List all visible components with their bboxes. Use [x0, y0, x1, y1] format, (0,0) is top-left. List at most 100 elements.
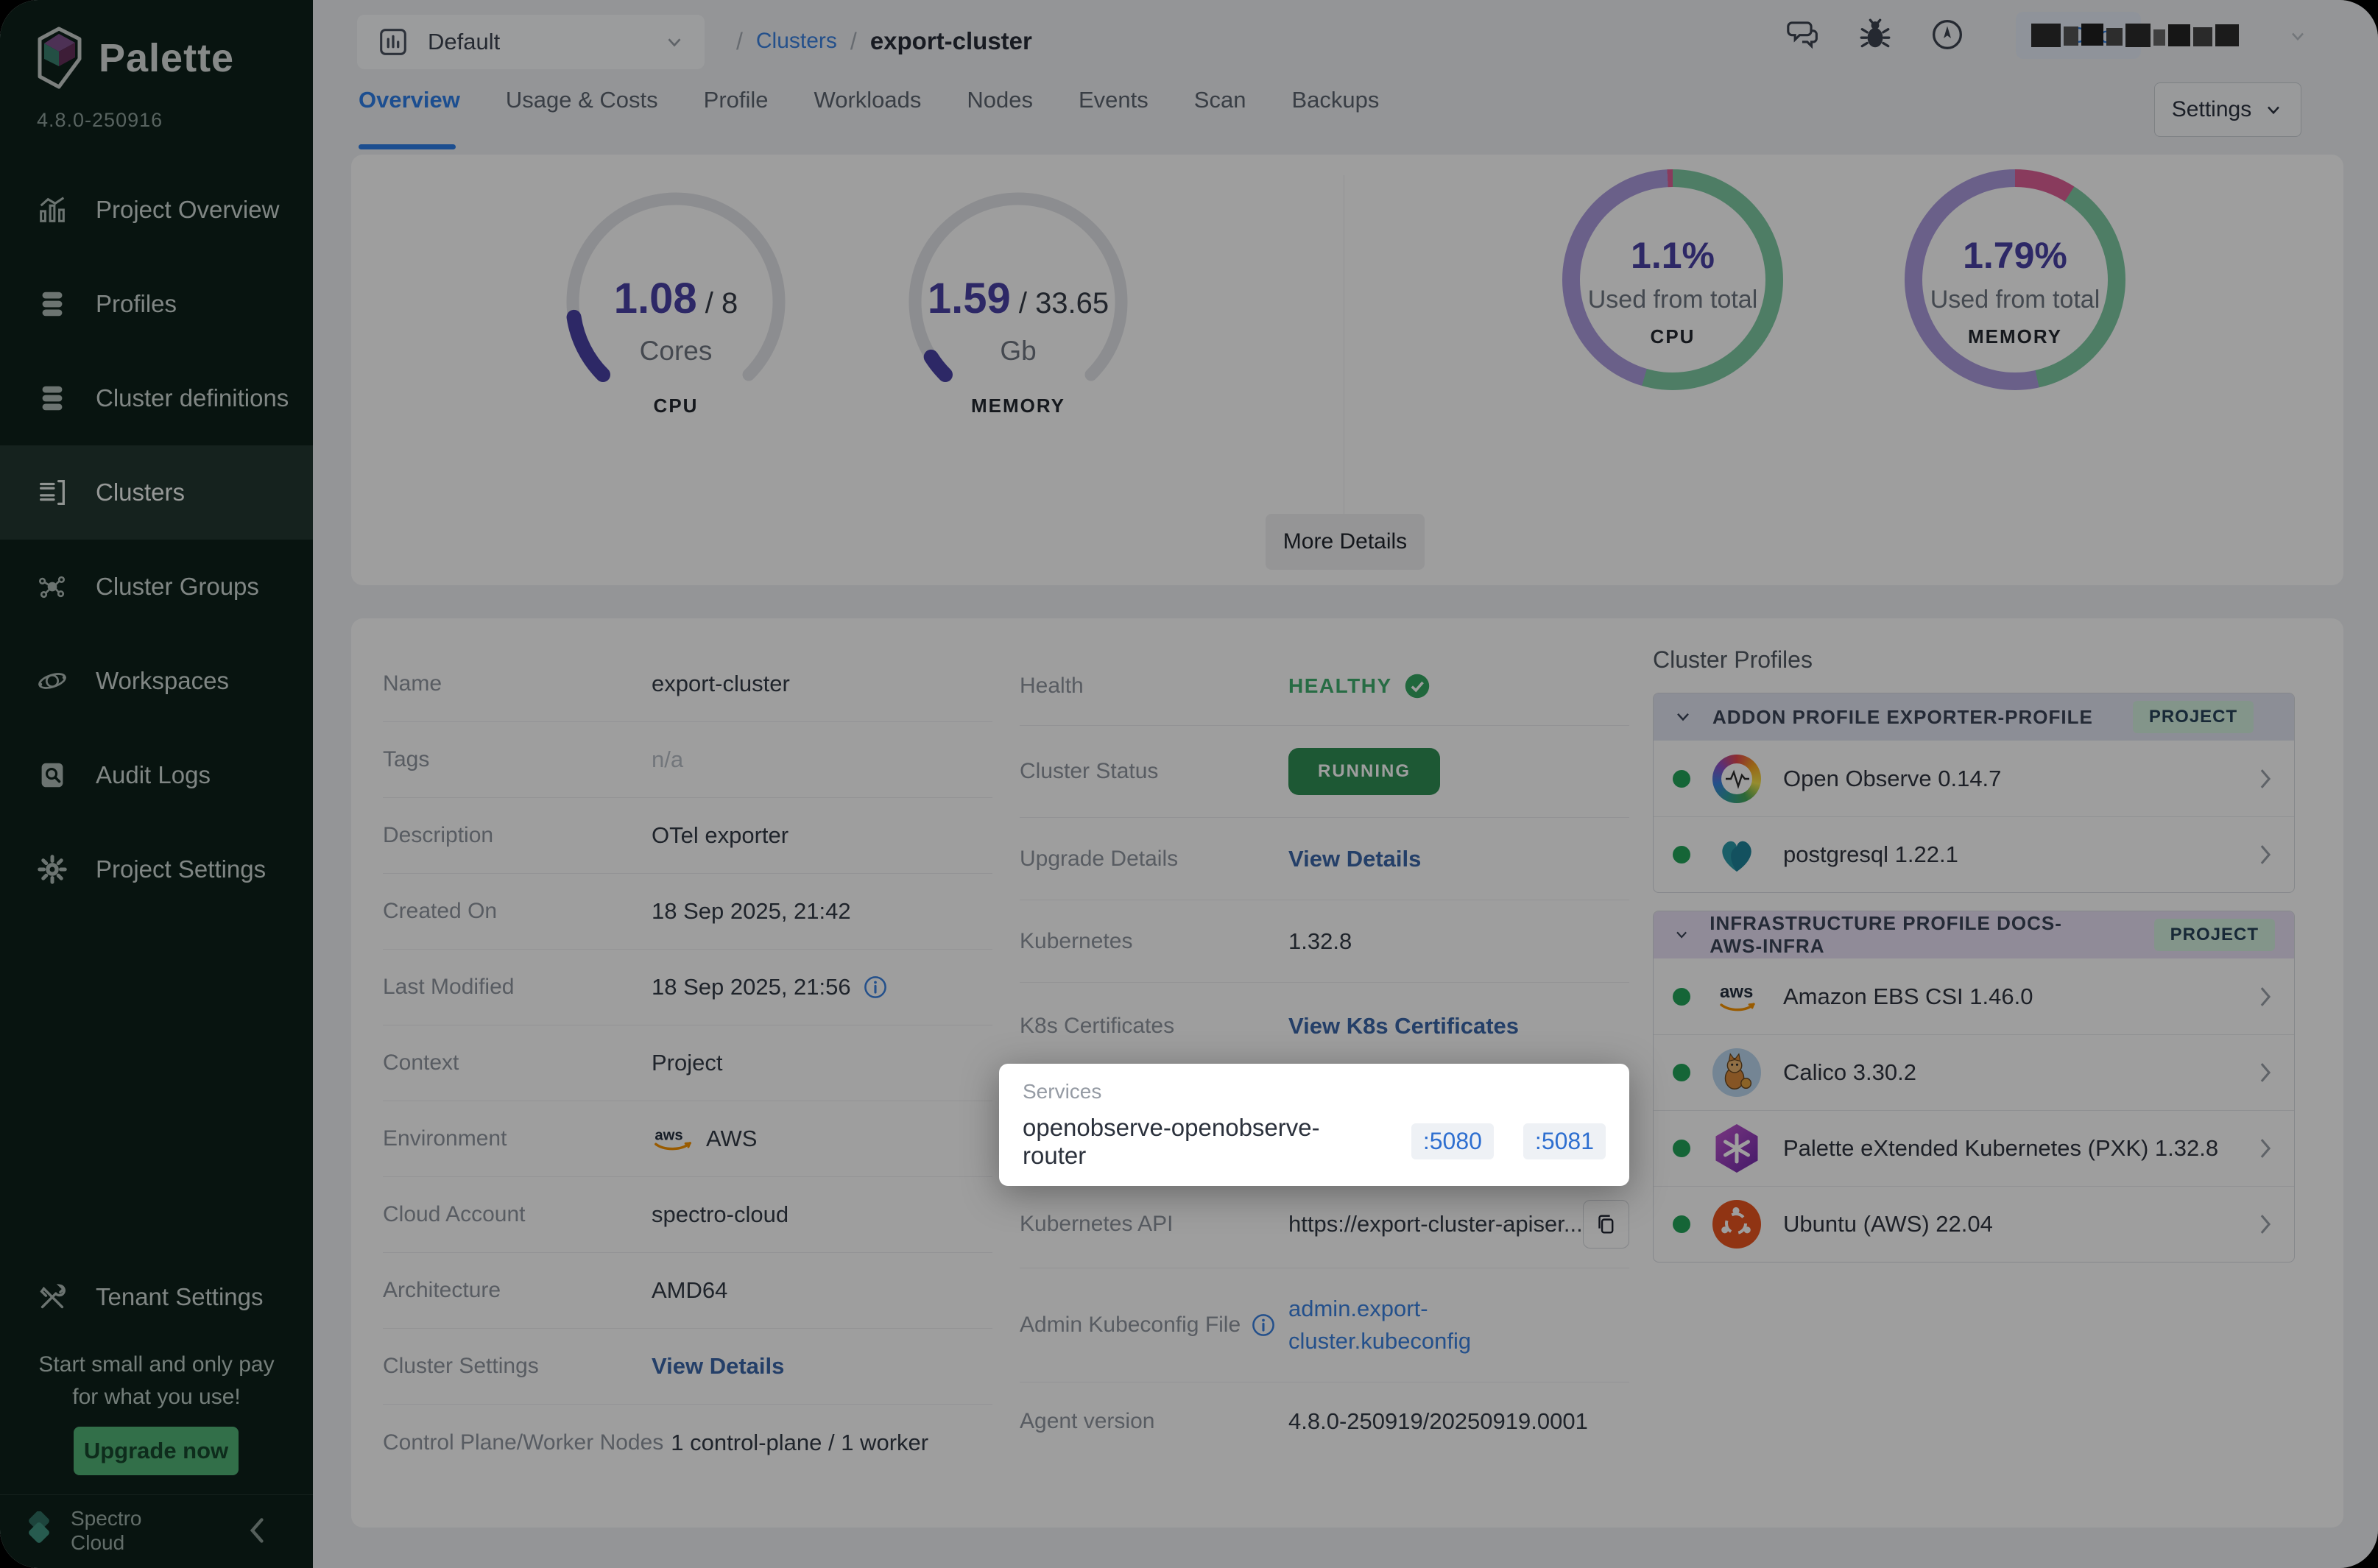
usage-summary-card: 1.08 / 8 Cores CPU 1.59 / 33.65 Gb MEMOR…	[351, 155, 2343, 585]
tab-profile[interactable]: Profile	[704, 87, 769, 119]
breadcrumb-current: export-cluster	[870, 27, 1032, 55]
cluster-details-card: Nameexport-cluster Tagsn/a DescriptionOT…	[351, 618, 2343, 1528]
cpu-used: 1.08	[614, 275, 697, 322]
feedback-chat-button[interactable]	[1785, 16, 1821, 53]
tab-usage-costs[interactable]: Usage & Costs	[506, 87, 658, 119]
gear-icon	[35, 852, 69, 886]
detail-row-cloud-account: Cloud Accountspectro-cloud	[383, 1177, 992, 1253]
sidebar-item-label: Cluster Groups	[96, 573, 259, 601]
sidebar-item-workspaces[interactable]: Workspaces	[0, 634, 313, 728]
memory-used: 1.59	[928, 275, 1011, 322]
sidebar-item-cluster-definitions[interactable]: Cluster definitions	[0, 351, 313, 445]
info-icon[interactable]	[863, 975, 888, 1000]
profile-layer-pxk[interactable]: Palette eXtended Kubernetes (PXK) 1.32.8	[1654, 1110, 2294, 1186]
brand-name: Spectro Cloud	[71, 1506, 142, 1555]
spectro-cloud-logo-icon	[22, 1511, 57, 1550]
detail-row-kubernetes: Kubernetes 1.32.8	[1020, 900, 1629, 983]
service-port-5081-link[interactable]: :5081	[1523, 1123, 1606, 1159]
server-rack-icon	[35, 476, 69, 509]
chevron-down-icon	[2287, 26, 2308, 46]
openobserve-logo-icon	[1712, 755, 1761, 803]
sidebar-item-project-settings[interactable]: Project Settings	[0, 822, 313, 917]
copy-icon	[1593, 1212, 1618, 1237]
screen: Palette 4.8.0-250916 Project Overview Pr…	[0, 0, 2378, 1568]
chevron-down-icon	[1673, 707, 1693, 727]
promo-line-1: Start small and only pay	[15, 1349, 298, 1381]
explore-compass-button[interactable]	[1929, 16, 1966, 53]
sidebar-item-tenant-settings[interactable]: Tenant Settings	[0, 1260, 313, 1334]
profile-layer-postgresql[interactable]: postgresql 1.22.1	[1654, 816, 2294, 892]
layers-icon	[35, 381, 69, 415]
detail-row-last-modified: Last Modified18 Sep 2025, 21:56	[383, 950, 992, 1025]
compass-icon	[1929, 16, 1966, 53]
brand-footer: Spectro Cloud	[22, 1506, 291, 1555]
settings-button[interactable]: Settings	[2154, 82, 2301, 137]
profile-layer-ubuntu[interactable]: Ubuntu (AWS) 22.04	[1654, 1186, 2294, 1262]
tab-scan[interactable]: Scan	[1194, 87, 1246, 119]
user-menu[interactable]	[2031, 21, 2308, 52]
profile-layer-calico[interactable]: Calico 3.30.2	[1654, 1034, 2294, 1110]
sidebar-divider	[0, 1494, 313, 1495]
tab-backups[interactable]: Backups	[1291, 87, 1379, 119]
sidebar-item-label: Project Settings	[96, 855, 266, 883]
info-icon[interactable]	[1251, 1313, 1276, 1338]
sidebar-item-clusters[interactable]: Clusters	[0, 445, 313, 540]
detail-row-name: Nameexport-cluster	[383, 646, 992, 722]
project-selector[interactable]: Default	[357, 15, 705, 69]
topbar-icons	[1785, 16, 1966, 53]
breadcrumb-clusters-link[interactable]: Clusters	[756, 29, 837, 54]
active-tab-indicator	[359, 144, 456, 149]
cpu-used-percent: 1.1%	[1562, 234, 1783, 277]
infrastructure-profile-group: INFRASTRUCTURE PROFILE DOCS-AWS-INFRA PR…	[1653, 911, 2295, 1262]
sidebar-item-profiles[interactable]: Profiles	[0, 257, 313, 351]
app-window: Palette 4.8.0-250916 Project Overview Pr…	[0, 0, 2378, 1568]
chevron-down-icon	[1673, 925, 1690, 945]
tab-workloads[interactable]: Workloads	[814, 87, 922, 119]
addon-profile-header[interactable]: ADDON PROFILE EXPORTER-PROFILE PROJECT	[1654, 693, 2294, 741]
tab-nodes[interactable]: Nodes	[967, 87, 1033, 119]
sidebar-item-label: Profiles	[96, 290, 177, 318]
chevron-right-icon	[2256, 1060, 2275, 1085]
tab-events[interactable]: Events	[1079, 87, 1149, 119]
sidebar-item-project-overview[interactable]: Project Overview	[0, 163, 313, 257]
tab-overview[interactable]: Overview	[359, 87, 460, 119]
status-dot	[1673, 846, 1690, 864]
sidebar-item-audit-logs[interactable]: Audit Logs	[0, 728, 313, 822]
upgrade-view-details-link[interactable]: View Details	[1288, 846, 1421, 872]
pxk-logo-icon	[1712, 1124, 1761, 1173]
profile-layer-ebs-csi[interactable]: aws Amazon EBS CSI 1.46.0	[1654, 958, 2294, 1034]
infrastructure-profile-header[interactable]: INFRASTRUCTURE PROFILE DOCS-AWS-INFRA PR…	[1654, 911, 2294, 958]
collapse-sidebar-icon[interactable]	[247, 1516, 269, 1545]
cpu-gauge: 1.08 / 8 Cores CPU	[554, 191, 797, 442]
ubuntu-logo-icon	[1712, 1200, 1761, 1249]
profile-layer-open-observe[interactable]: Open Observe 0.14.7	[1654, 741, 2294, 816]
upgrade-now-button[interactable]: Upgrade now	[74, 1427, 239, 1475]
breadcrumb: Clusters export-cluster	[736, 19, 1032, 63]
more-details-button[interactable]: More Details	[1266, 514, 1425, 570]
chevron-right-icon	[2256, 984, 2275, 1009]
cpu-usage-donut: 1.1% Used from total CPU	[1562, 169, 1783, 390]
bar-chart-icon	[35, 193, 69, 227]
detail-row-upgrade-details: Upgrade Details View Details	[1020, 818, 1629, 900]
view-k8s-certificates-link[interactable]: View K8s Certificates	[1288, 1013, 1519, 1039]
memory-usage-donut: 1.79% Used from total MEMORY	[1905, 169, 2125, 390]
cluster-tabs: Overview Usage & Costs Profile Workloads…	[359, 87, 1379, 119]
detail-row-cluster-settings: Cluster SettingsView Details	[383, 1329, 992, 1405]
chat-icon	[1785, 16, 1821, 53]
breadcrumb-separator	[850, 28, 857, 55]
service-port-5080-link[interactable]: :5080	[1411, 1123, 1494, 1159]
report-bug-button[interactable]	[1857, 16, 1894, 53]
cluster-profiles-panel: Cluster Profiles ADDON PROFILE EXPORTER-…	[1653, 646, 2295, 1262]
copy-api-url-button[interactable]	[1583, 1200, 1629, 1249]
status-dot	[1673, 988, 1690, 1006]
cluster-settings-view-details-link[interactable]: View Details	[652, 1353, 784, 1380]
layers-icon	[35, 287, 69, 321]
status-dot	[1673, 770, 1690, 788]
kubernetes-version: 1.32.8	[1288, 928, 1352, 955]
cpu-donut-label: CPU	[1562, 325, 1783, 348]
cpu-donut-caption: Used from total	[1562, 286, 1783, 314]
kubeconfig-download-link[interactable]: admin.export-cluster.kubeconfig	[1288, 1293, 1531, 1357]
detail-row-nodes: Control Plane/Worker Nodes1 control-plan…	[383, 1405, 992, 1480]
sidebar-item-cluster-groups[interactable]: Cluster Groups	[0, 540, 313, 634]
status-dot	[1673, 1140, 1690, 1157]
